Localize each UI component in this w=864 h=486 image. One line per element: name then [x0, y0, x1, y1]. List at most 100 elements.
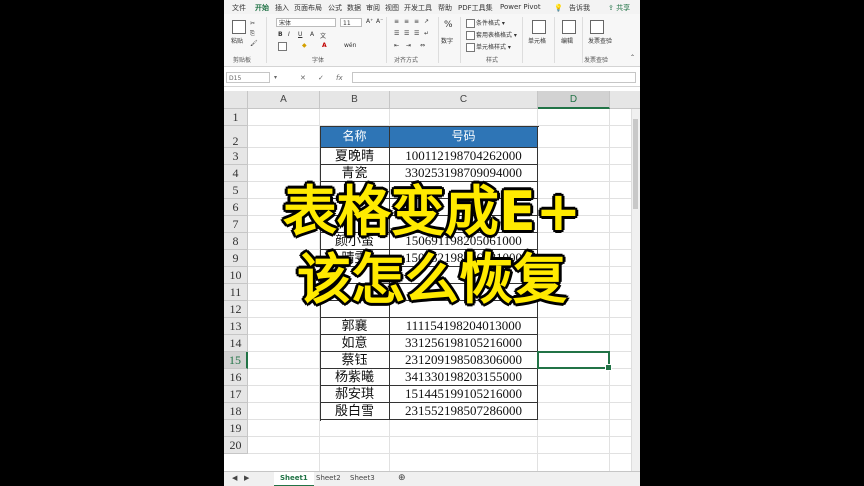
cell-number[interactable]: 111154198204013000 [390, 318, 538, 335]
row-header-6[interactable]: 6 [224, 199, 248, 216]
column-header-d[interactable]: D [538, 91, 610, 109]
tab-power-pivot[interactable]: Power Pivot [500, 3, 541, 11]
italic-button[interactable]: I [288, 31, 290, 38]
row-header-11[interactable]: 11 [224, 284, 248, 301]
share-button[interactable]: ⇪ 共享 [608, 3, 630, 13]
column-header-c[interactable]: C [390, 91, 538, 109]
cell-number[interactable]: 330253198709094000 [390, 165, 538, 182]
column-header-e[interactable] [610, 91, 640, 109]
collapse-ribbon-icon[interactable]: ⌃ [630, 54, 635, 61]
cell-name[interactable] [320, 182, 390, 199]
tab-view[interactable]: 视图 [385, 3, 399, 13]
sheet-tab-sheet3[interactable]: Sheet3 [344, 472, 381, 485]
cell-styles-button[interactable]: 单元格样式 ▾ [466, 42, 511, 52]
row-header-3[interactable]: 3 [224, 148, 248, 165]
cells-button-label[interactable]: 单元格 [528, 36, 546, 45]
tab-review[interactable]: 审阅 [366, 3, 380, 13]
cell-name[interactable]: 晴雯 [320, 250, 390, 267]
align-right-icon[interactable]: ☰ [414, 30, 419, 37]
cell-name[interactable] [320, 284, 390, 301]
grow-font-icon[interactable]: A⁺ [366, 18, 373, 25]
row-header-13[interactable]: 13 [224, 318, 248, 335]
row-header-14[interactable]: 14 [224, 335, 248, 352]
cell-number[interactable] [390, 182, 538, 199]
font-size-select[interactable]: 11 [340, 18, 362, 27]
cell-name[interactable] [320, 216, 390, 233]
table-header-name[interactable]: 名称 [320, 126, 390, 148]
decrease-indent-icon[interactable]: ⇤ [394, 42, 399, 49]
cell-name[interactable]: 殷白雪 [320, 403, 390, 420]
active-cell-d15[interactable] [537, 351, 612, 371]
tab-pdf-tools[interactable]: PDF工具集 [458, 3, 493, 13]
cell-name[interactable]: 青瓷 [320, 165, 390, 182]
phonetic-icon[interactable]: wén [344, 42, 356, 49]
cell-number[interactable] [390, 284, 538, 301]
font-color-icon[interactable]: A [322, 42, 327, 49]
cell-number[interactable]: 331256198105216000 [390, 335, 538, 352]
cell-name[interactable]: 蔡钰 [320, 352, 390, 369]
shrink-font-icon[interactable]: A⁻ [376, 18, 383, 25]
align-left-icon[interactable]: ☰ [394, 30, 399, 37]
orientation-icon[interactable]: ↗ [424, 18, 429, 25]
increase-indent-icon[interactable]: ⇥ [406, 42, 411, 49]
add-sheet-button[interactable]: ⊕ [392, 472, 412, 485]
row-header-4[interactable]: 4 [224, 165, 248, 182]
cell-name[interactable] [320, 301, 390, 318]
cell-number[interactable] [390, 199, 538, 216]
cell-name[interactable]: 郝安琪 [320, 386, 390, 403]
tell-me-search[interactable]: 💡 告诉我 [554, 3, 590, 13]
number-format-button[interactable]: 数字 [441, 36, 453, 45]
row-header-10[interactable]: 10 [224, 267, 248, 284]
cell-number[interactable]: 100112198704262000 [390, 148, 538, 165]
row-header-17[interactable]: 17 [224, 386, 248, 403]
cell-number[interactable]: 231552198507286000 [390, 403, 538, 420]
font-color-a-icon[interactable]: A [310, 31, 314, 38]
column-header-b[interactable]: B [320, 91, 390, 109]
next-sheet-icon[interactable]: ▶ [238, 472, 255, 485]
table-header-number[interactable]: 号码 [390, 126, 538, 148]
align-bottom-icon[interactable]: ≡ [414, 18, 419, 25]
row-header-16[interactable]: 16 [224, 369, 248, 386]
copy-icon[interactable]: ⎘ [250, 30, 255, 38]
name-box[interactable]: D15 [226, 72, 270, 83]
column-header-a[interactable]: A [248, 91, 320, 109]
tab-page-layout[interactable]: 页面布局 [294, 3, 322, 13]
cell-number[interactable]: 150752198406081000 [390, 250, 538, 267]
cell-number[interactable]: 341330198203155000 [390, 369, 538, 386]
tab-insert[interactable]: 插入 [275, 3, 289, 13]
cancel-icon[interactable]: ✕ [300, 74, 306, 82]
format-painter-icon[interactable]: 🖌 [250, 40, 258, 47]
tab-data[interactable]: 数据 [347, 3, 361, 13]
bold-button[interactable]: B [278, 31, 283, 38]
sheet-tab-sheet1[interactable]: Sheet1 [274, 472, 314, 486]
vertical-scrollbar[interactable] [631, 109, 640, 471]
cell-number[interactable] [390, 216, 538, 233]
tab-file[interactable]: 文件 [232, 3, 246, 13]
fill-color-icon[interactable]: ◆ [302, 42, 307, 49]
percent-icon[interactable]: % [444, 20, 453, 30]
row-header-5[interactable]: 5 [224, 182, 248, 199]
row-header-20[interactable]: 20 [224, 437, 248, 454]
row-header-18[interactable]: 18 [224, 403, 248, 420]
align-top-icon[interactable]: ≡ [394, 18, 399, 25]
row-header-15[interactable]: 15 [224, 352, 248, 369]
cell-number[interactable]: 231209198508306000 [390, 352, 538, 369]
select-all-corner[interactable] [224, 91, 248, 109]
cell-name[interactable] [320, 267, 390, 284]
cell-name[interactable]: 郭襄 [320, 318, 390, 335]
cell-number[interactable]: 150691198205061000 [390, 233, 538, 250]
row-header-8[interactable]: 8 [224, 233, 248, 250]
cell-number[interactable]: 151445199105216000 [390, 386, 538, 403]
cell-number[interactable] [390, 301, 538, 318]
align-middle-icon[interactable]: ≡ [404, 18, 409, 25]
cell-name[interactable]: 杨紫曦 [320, 369, 390, 386]
conditional-format-button[interactable]: 条件格式 ▾ [466, 18, 505, 28]
sheet-tab-sheet2[interactable]: Sheet2 [310, 472, 347, 485]
underline-button[interactable]: U [298, 31, 302, 38]
borders-icon[interactable] [278, 42, 288, 51]
row-header-7[interactable]: 7 [224, 216, 248, 233]
row-header-12[interactable]: 12 [224, 301, 248, 318]
editing-button-label[interactable]: 编辑 [561, 36, 573, 45]
cell-name[interactable]: 夏晚晴 [320, 148, 390, 165]
tab-formulas[interactable]: 公式 [328, 3, 342, 13]
